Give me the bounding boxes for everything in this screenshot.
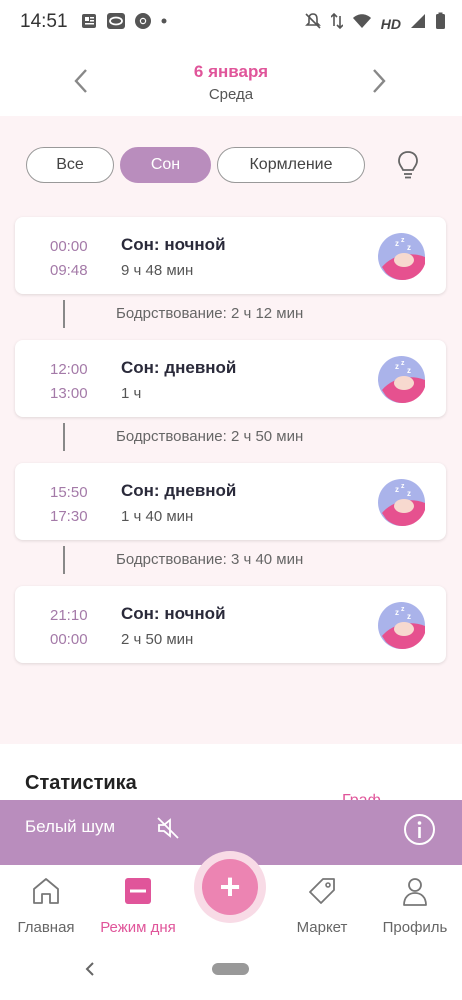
filter-feeding-chip[interactable]: Кормление	[217, 147, 365, 183]
entry-duration: 1 ч 40 мин	[121, 508, 194, 525]
entry-end-time: 00:00	[50, 631, 88, 648]
sleeping-baby-icon: z z z	[378, 602, 425, 649]
chevron-right-icon	[373, 69, 386, 93]
lightbulb-icon[interactable]	[394, 149, 422, 181]
wake-period-text: Бодрствование: 2 ч 50 мин	[116, 428, 304, 445]
schedule-icon	[125, 878, 151, 904]
wifi-icon	[352, 12, 372, 35]
home-icon	[33, 878, 59, 904]
svg-text:z: z	[395, 362, 399, 371]
entry-duration: 1 ч	[121, 385, 142, 402]
statistics-title: Статистика	[25, 772, 137, 794]
svg-text:z: z	[395, 485, 399, 494]
home-gesture-pill[interactable]	[212, 963, 249, 975]
tab-home-label: Главная	[17, 919, 75, 936]
sleep-entry-card[interactable]: 15:50 17:30 Сон: дневной 1 ч 40 мин z z …	[15, 463, 446, 540]
data-transfer-icon	[330, 12, 344, 35]
plus-icon: +	[202, 859, 258, 915]
tab-schedule-label: Режим дня	[100, 919, 176, 936]
battery-icon	[435, 12, 446, 35]
entry-title: Сон: ночной	[121, 604, 226, 623]
entry-duration: 2 ч 50 мин	[121, 631, 194, 648]
schedule-content: Все Сон Кормление 00:00 09:48 Сон: ночно…	[0, 116, 462, 744]
entry-start-time: 15:50	[50, 484, 88, 501]
tab-schedule[interactable]: Режим дня	[92, 871, 184, 937]
entry-end-time: 17:30	[50, 508, 88, 525]
back-icon[interactable]	[82, 959, 98, 979]
svg-text:z: z	[407, 243, 411, 252]
svg-text:z: z	[401, 606, 405, 613]
sleep-entry-card[interactable]: 21:10 00:00 Сон: ночной 2 ч 50 мин z z z	[15, 586, 446, 663]
filter-chips: Все Сон Кормление	[26, 147, 365, 183]
person-icon	[403, 878, 427, 906]
statistics-section: Статистика Граф	[0, 744, 462, 809]
bottom-tab-bar: Главная Режим дня + Маркет Профиль	[0, 851, 462, 945]
tab-home[interactable]: Главная	[0, 871, 92, 937]
sleeping-baby-icon: z z z	[378, 356, 425, 403]
system-navigation-bar	[0, 945, 462, 1000]
svg-text:z: z	[407, 489, 411, 498]
sleep-entry-card[interactable]: 00:00 09:48 Сон: ночной 9 ч 48 мин z z z	[15, 217, 446, 294]
more-notifications-dot	[160, 12, 168, 35]
svg-text:z: z	[395, 608, 399, 617]
svg-text:z: z	[401, 360, 405, 367]
tab-profile[interactable]: Профиль	[369, 871, 461, 937]
filter-sleep-chip[interactable]: Сон	[120, 147, 211, 183]
next-day-button[interactable]	[364, 66, 394, 96]
entry-duration: 9 ч 48 мин	[121, 262, 194, 279]
wake-period: Бодрствование: 3 ч 40 мин	[0, 546, 462, 574]
tag-icon	[309, 878, 335, 904]
entry-start-time: 00:00	[50, 238, 88, 255]
chrome-icon	[134, 12, 152, 35]
sleeping-baby-icon: z z z	[378, 479, 425, 526]
svg-text:z: z	[395, 239, 399, 248]
tab-profile-label: Профиль	[382, 919, 448, 936]
info-icon[interactable]	[403, 813, 436, 846]
svg-text:z: z	[407, 366, 411, 375]
sleeping-baby-icon: z z z	[378, 233, 425, 280]
wake-period: Бодрствование: 2 ч 12 мин	[0, 300, 462, 328]
entry-end-time: 09:48	[50, 262, 88, 279]
news-icon	[80, 12, 98, 35]
sound-off-icon[interactable]	[155, 815, 181, 841]
entry-end-time: 13:00	[50, 385, 88, 402]
white-noise-label: Белый шум	[25, 817, 116, 836]
wake-period: Бодрствование: 2 ч 50 мин	[0, 423, 462, 451]
cell-signal-icon	[410, 12, 426, 35]
entry-start-time: 21:10	[50, 607, 88, 624]
add-entry-button[interactable]: +	[194, 851, 266, 923]
svg-text:z: z	[407, 612, 411, 621]
tab-market[interactable]: Маркет	[276, 871, 368, 937]
wake-period-text: Бодрствование: 3 ч 40 мин	[116, 551, 304, 568]
tab-market-label: Маркет	[296, 919, 348, 936]
mute-notifications-icon	[304, 12, 322, 35]
entry-start-time: 12:00	[50, 361, 88, 378]
entry-title: Сон: дневной	[121, 481, 237, 500]
date-header: 6 января Среда	[0, 44, 462, 116]
wake-period-text: Бодрствование: 2 ч 12 мин	[116, 305, 304, 322]
network-type: HD	[380, 15, 401, 32]
svg-text:z: z	[401, 483, 405, 490]
entry-title: Сон: дневной	[121, 358, 237, 377]
svg-text:z: z	[401, 237, 405, 244]
entry-title: Сон: ночной	[121, 235, 226, 254]
status-bar: 14:51 HD	[0, 0, 462, 44]
filter-all-chip[interactable]: Все	[26, 147, 114, 183]
sleep-entry-card[interactable]: 12:00 13:00 Сон: дневной 1 ч z z z	[15, 340, 446, 417]
status-time: 14:51	[20, 11, 68, 32]
app-notification-icon	[106, 12, 126, 35]
